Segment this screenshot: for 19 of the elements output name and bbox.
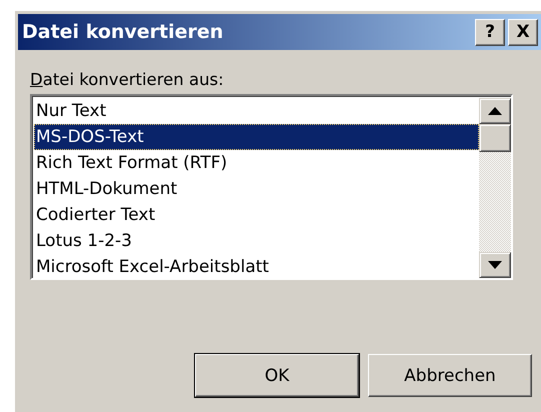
scroll-thumb[interactable] — [479, 124, 511, 152]
ok-button[interactable]: OK — [195, 354, 359, 397]
help-button[interactable]: ? — [475, 18, 505, 46]
window-title: Datei konvertieren — [22, 21, 224, 43]
up-arrow-icon — [488, 107, 502, 115]
list-item[interactable]: HTML-Dokument — [34, 176, 479, 202]
list-item[interactable]: Codierter Text — [34, 202, 479, 228]
list-item[interactable]: Nur Text — [34, 98, 479, 124]
list-item[interactable]: Microsoft Excel-Arbeitsblatt — [34, 254, 479, 278]
cancel-button[interactable]: Abbrechen — [368, 354, 532, 397]
scroll-up-button[interactable] — [479, 98, 511, 124]
close-button[interactable]: X — [508, 18, 538, 46]
list-item[interactable]: Lotus 1-2-3 — [34, 228, 479, 254]
list-item[interactable]: MS-DOS-Text — [34, 124, 479, 150]
down-arrow-icon — [488, 261, 502, 269]
list-label: Datei konvertieren aus: — [30, 70, 225, 89]
scroll-down-button[interactable] — [479, 252, 511, 278]
scrollbar[interactable] — [479, 98, 511, 278]
list-item[interactable]: Rich Text Format (RTF) — [34, 150, 479, 176]
